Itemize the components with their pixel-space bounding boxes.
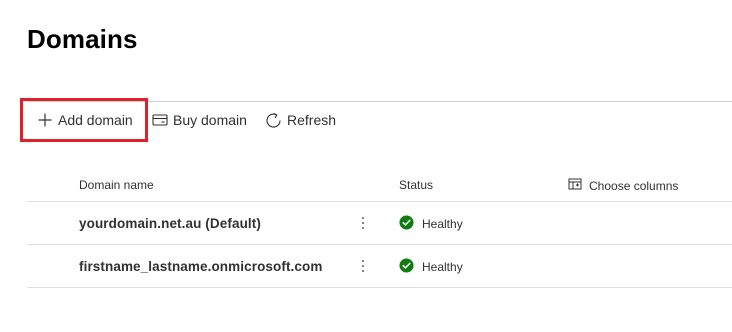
add-domain-label: Add domain [58, 112, 133, 128]
checkmark-circle-icon [399, 258, 414, 276]
column-options-icon [568, 178, 582, 193]
domain-name-cell[interactable]: firstname_lastname.onmicrosoft.com [79, 259, 322, 274]
credit-card-icon [152, 113, 168, 127]
refresh-label: Refresh [287, 112, 337, 128]
refresh-icon [265, 112, 282, 129]
checkmark-circle-icon [399, 215, 414, 233]
table-row[interactable]: firstname_lastname.onmicrosoft.com Healt… [27, 245, 732, 288]
add-domain-button[interactable]: Add domain [20, 98, 148, 142]
grid-header: Domain name Status Choose columns [27, 170, 732, 202]
status-text: Healthy [422, 217, 463, 231]
more-actions-button[interactable] [357, 213, 369, 233]
refresh-button[interactable]: Refresh [265, 98, 336, 142]
page-title: Domains [27, 24, 138, 54]
domain-name-cell[interactable]: yourdomain.net.au (Default) [79, 216, 261, 231]
buy-domain-button[interactable]: Buy domain [152, 98, 247, 142]
column-header-status[interactable]: Status [399, 178, 433, 192]
more-vertical-icon [362, 217, 364, 219]
more-vertical-icon [362, 260, 364, 262]
column-header-domain-name[interactable]: Domain name [79, 178, 154, 192]
status-cell: Healthy [399, 215, 463, 233]
choose-columns-label: Choose columns [589, 178, 679, 193]
choose-columns-button[interactable]: Choose columns [568, 178, 678, 193]
more-actions-button[interactable] [357, 256, 369, 276]
status-text: Healthy [422, 260, 463, 274]
status-cell: Healthy [399, 258, 463, 276]
buy-domain-label: Buy domain [173, 112, 247, 128]
table-row[interactable]: yourdomain.net.au (Default) Healthy [27, 202, 732, 245]
plus-icon [37, 112, 53, 128]
